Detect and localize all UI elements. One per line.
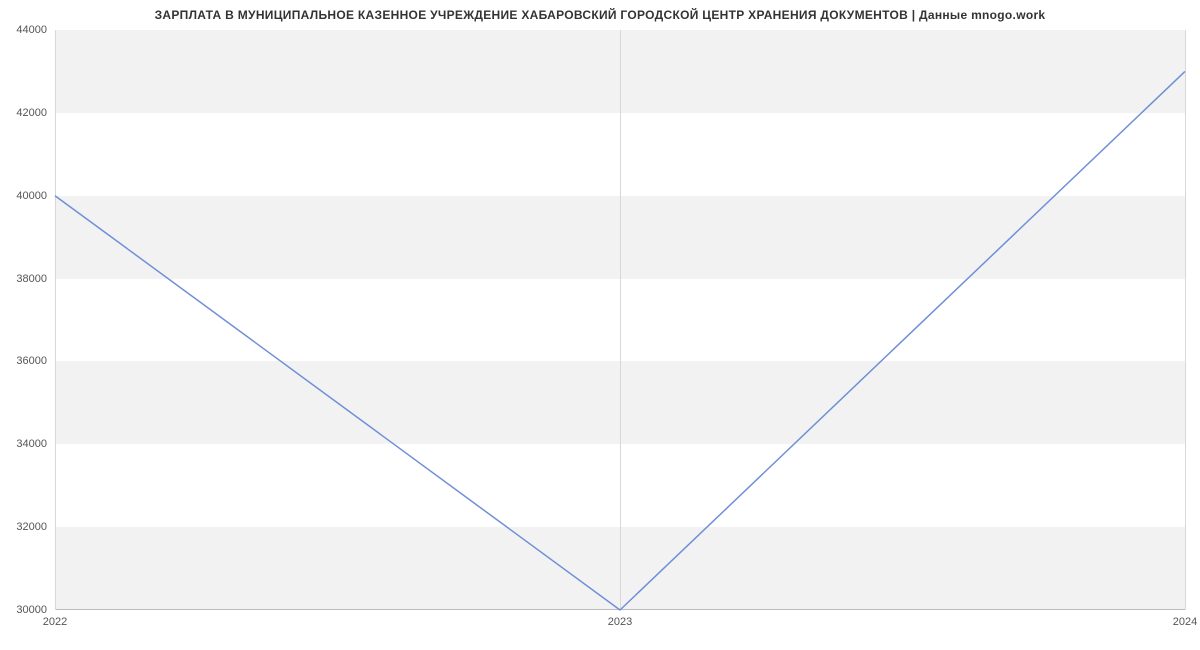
chart-title: ЗАРПЛАТА В МУНИЦИПАЛЬНОЕ КАЗЕННОЕ УЧРЕЖД…	[0, 8, 1200, 22]
x-tick-label: 2022	[43, 610, 67, 628]
x-tick-label: 2023	[608, 610, 632, 628]
y-tick-label: 36000	[16, 355, 55, 367]
y-tick-label: 38000	[16, 273, 55, 285]
grid-vertical	[1185, 30, 1186, 610]
x-tick-label: 2024	[1173, 610, 1197, 628]
y-tick-label: 34000	[16, 438, 55, 450]
plot-area: 3000032000340003600038000400004200044000…	[55, 30, 1185, 610]
y-tick-label: 40000	[16, 190, 55, 202]
chart-container: ЗАРПЛАТА В МУНИЦИПАЛЬНОЕ КАЗЕННОЕ УЧРЕЖД…	[0, 0, 1200, 650]
series-line	[55, 30, 1185, 610]
y-tick-label: 32000	[16, 521, 55, 533]
y-tick-label: 42000	[16, 107, 55, 119]
y-tick-label: 44000	[16, 24, 55, 36]
